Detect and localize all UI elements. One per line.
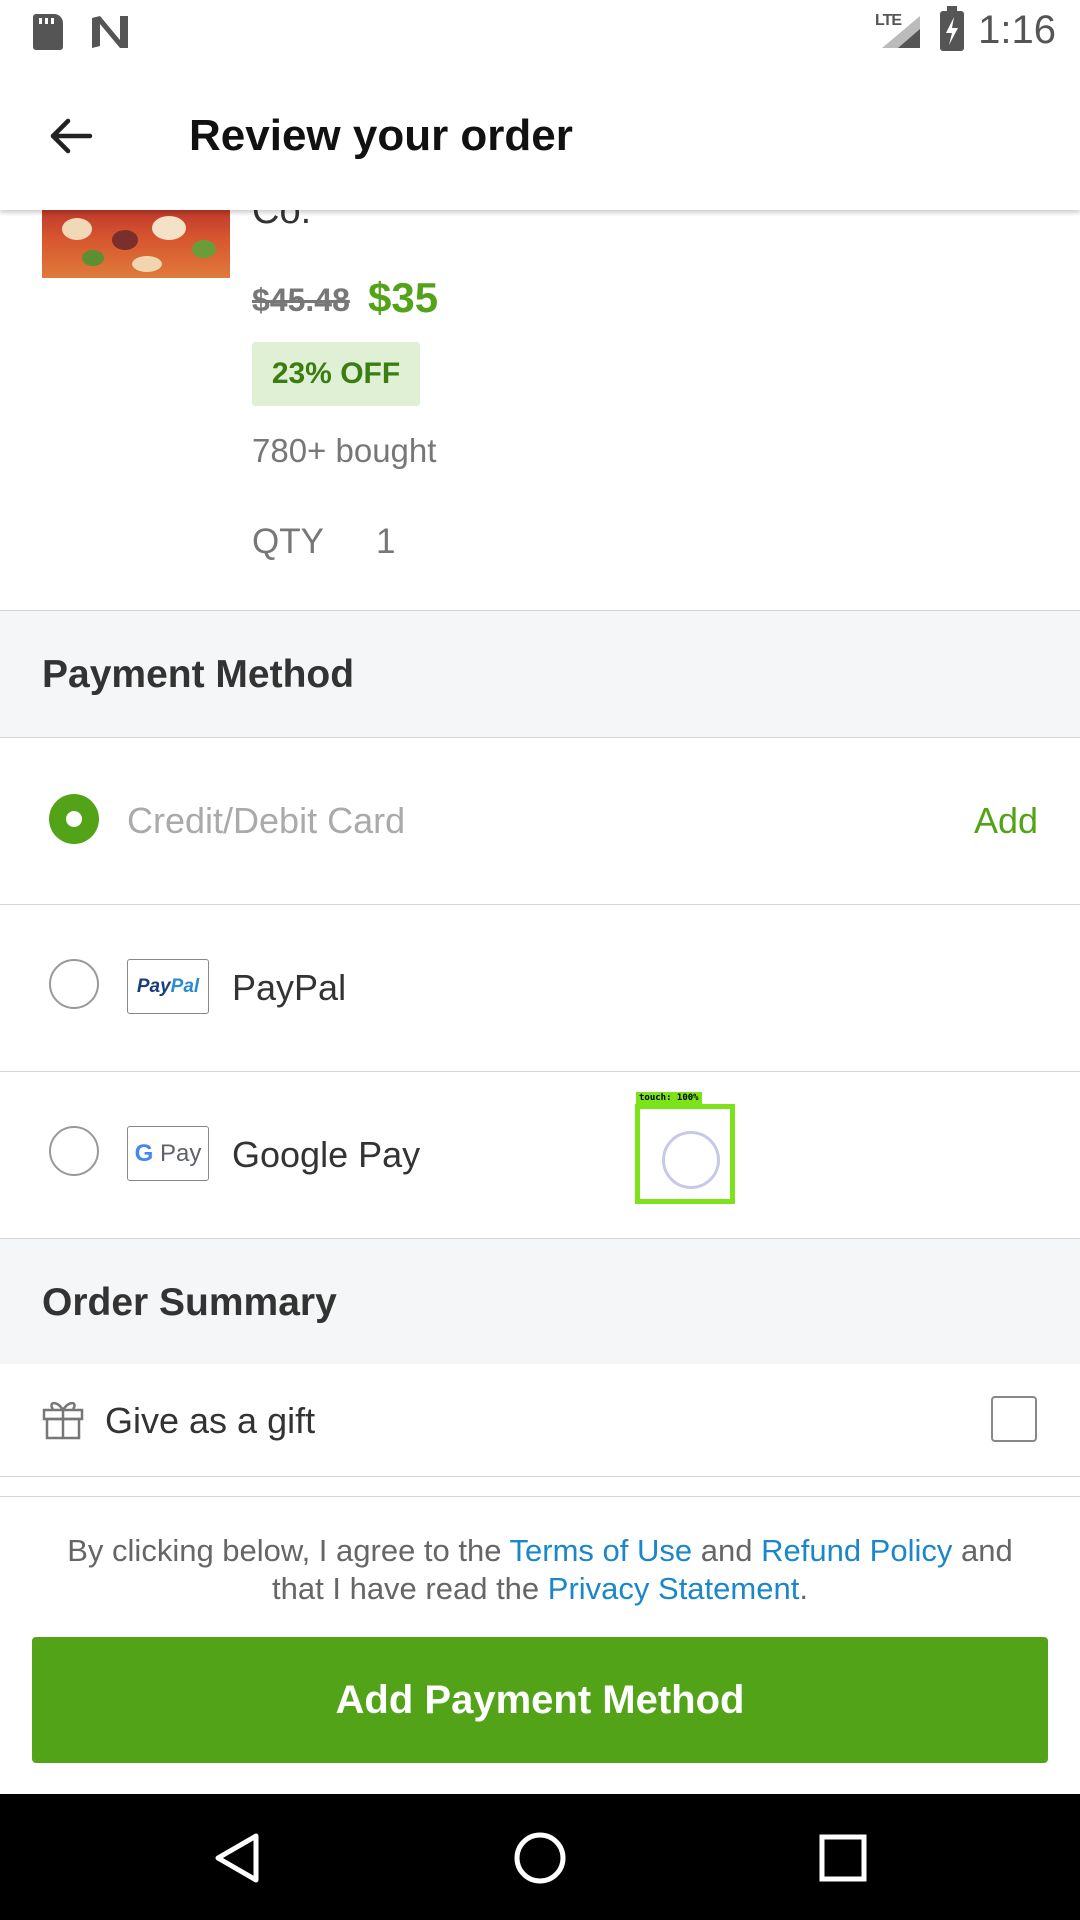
quantity-value[interactable]: 1	[376, 522, 395, 562]
status-bar: LTE 1:16	[0, 0, 1080, 63]
touch-indicator-label: touch: 100%	[636, 1092, 702, 1104]
app-bar: Review your order	[0, 63, 1080, 210]
clock: 1:16	[978, 8, 1056, 52]
add-payment-method-button[interactable]: Add Payment Method	[32, 1637, 1048, 1763]
checkout-footer: By clicking below, I agree to the Terms …	[0, 1496, 1080, 1795]
back-arrow-icon[interactable]	[46, 111, 96, 161]
refund-policy-link[interactable]: Refund Policy	[761, 1533, 952, 1568]
sale-price: $35	[368, 274, 439, 321]
bought-count: 780+ bought	[252, 432, 437, 469]
battery-charging-icon	[940, 6, 964, 51]
nav-recents-icon[interactable]	[813, 1830, 873, 1886]
n-notification-icon	[92, 16, 128, 48]
google-pay-label: Google Pay	[232, 1134, 421, 1175]
product-image[interactable]	[42, 210, 230, 278]
payment-method-title: Payment Method	[42, 653, 355, 696]
original-price: $45.48	[252, 282, 350, 318]
touch-ring	[662, 1131, 720, 1189]
product-card: Co. $45.48 $35 23% OFF 780+ bought QTY 1	[0, 190, 1080, 610]
quantity-label: QTY	[252, 522, 324, 561]
payment-option-card[interactable]: Credit/Debit Card Add	[0, 738, 1080, 905]
paypal-label: PayPal	[232, 967, 347, 1008]
sd-card-icon	[33, 14, 63, 50]
touch-indicator	[635, 1104, 735, 1204]
terms-of-use-link[interactable]: Terms of Use	[510, 1533, 693, 1568]
payment-method-header: Payment Method	[0, 610, 1080, 738]
nav-home-icon[interactable]	[510, 1830, 570, 1886]
google-pay-logo: G Pay	[127, 1126, 209, 1181]
add-card-link[interactable]: Add	[974, 800, 1038, 842]
payment-option-google-pay[interactable]: G Pay Google Pay	[0, 1072, 1080, 1239]
privacy-statement-link[interactable]: Privacy Statement	[548, 1571, 800, 1606]
discount-badge: 23% OFF	[252, 342, 420, 406]
nav-back-icon[interactable]	[208, 1830, 268, 1886]
paypal-logo: PayPal	[127, 959, 209, 1014]
payment-option-paypal[interactable]: PayPal PayPal	[0, 905, 1080, 1072]
order-summary-title: Order Summary	[42, 1281, 337, 1324]
signal-icon	[882, 16, 920, 48]
card-label: Credit/Debit Card	[127, 800, 406, 841]
order-summary-header: Order Summary	[0, 1238, 1080, 1365]
page-title: Review your order	[189, 111, 573, 160]
gift-row[interactable]: Give as a gift	[0, 1364, 1080, 1477]
paypal-radio[interactable]	[49, 959, 99, 1009]
gift-label: Give as a gift	[105, 1400, 316, 1441]
system-nav-bar	[0, 1794, 1080, 1920]
gift-checkbox[interactable]	[991, 1396, 1037, 1442]
card-radio[interactable]	[49, 794, 99, 844]
gift-icon	[42, 1401, 84, 1440]
terms-text: By clicking below, I agree to the Terms …	[67, 1533, 1013, 1606]
google-pay-radio[interactable]	[49, 1126, 99, 1176]
